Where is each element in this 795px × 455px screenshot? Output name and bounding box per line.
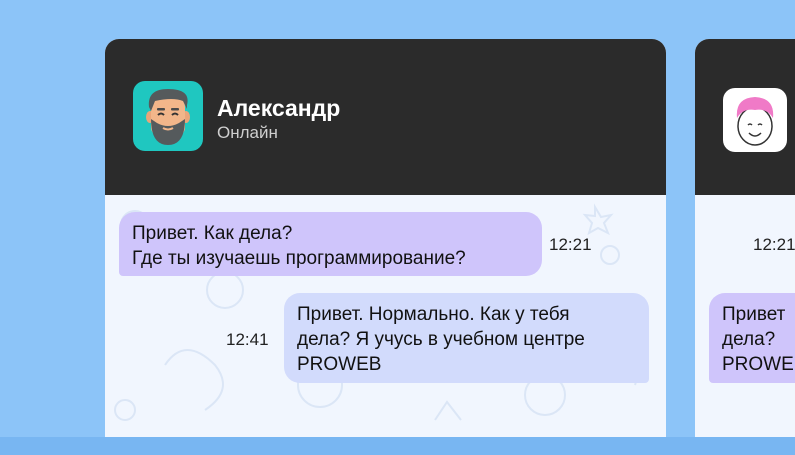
message-time: 12:21: [549, 235, 592, 254]
avatar[interactable]: [723, 88, 787, 152]
chat-window-secondary[interactable]: 12:21 Привет дела? PROWE: [695, 39, 795, 437]
message-bubble-incoming[interactable]: Привет. Как дела? Где ты изучаешь програ…: [119, 212, 542, 276]
chat-header: Александр Онлайн: [105, 39, 666, 195]
message-text: Привет. Нормально. Как у тебя: [297, 304, 570, 325]
message-time: 12:41: [226, 330, 269, 349]
contact-status: Онлайн: [217, 123, 278, 142]
contact-name: Александр: [217, 95, 341, 121]
message-text: дела?: [722, 329, 776, 350]
message-bubble-incoming[interactable]: Привет дела? PROWE: [709, 293, 795, 383]
bottom-strip: [0, 437, 795, 455]
message-bubble-outgoing[interactable]: Привет. Нормально. Как у тебя дела? Я уч…: [284, 293, 649, 383]
chat-header: [695, 39, 795, 195]
message-text: PROWEB: [297, 354, 382, 375]
pink-hair-boy-avatar-icon: [723, 88, 787, 152]
message-list[interactable]: Привет. Как дела? Где ты изучаешь програ…: [105, 195, 666, 437]
message-list[interactable]: 12:21 Привет дела? PROWE: [695, 195, 795, 437]
message-text: Где ты изучаешь программирование?: [132, 248, 466, 269]
bearded-man-avatar-icon: [133, 81, 203, 151]
chat-window: Александр Онлайн Привет. Как дела? Где т…: [105, 39, 666, 437]
message-text: Привет: [722, 304, 786, 325]
message-text: PROWE: [722, 354, 794, 375]
message-text: дела? Я учусь в учебном центре: [297, 329, 585, 350]
avatar[interactable]: [133, 81, 203, 151]
message-text: Привет. Как дела?: [132, 223, 293, 244]
message-time: 12:21: [753, 235, 795, 254]
